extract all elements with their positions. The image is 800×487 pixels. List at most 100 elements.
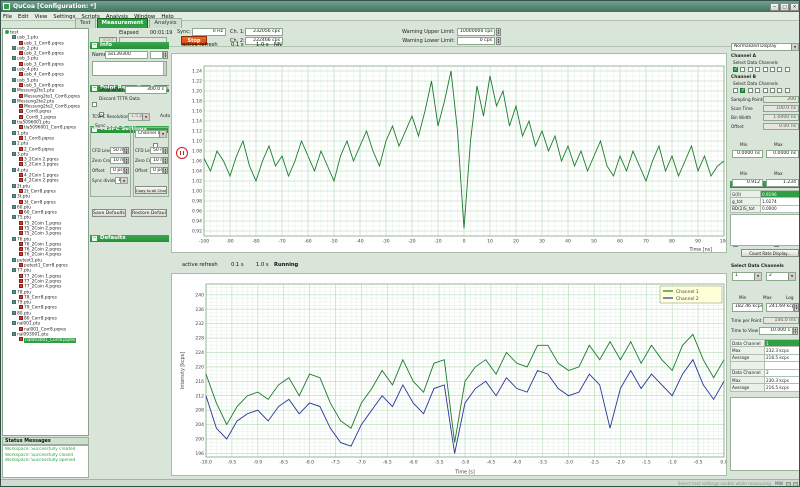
input-a-channel-2-checkbox[interactable] (740, 67, 745, 72)
table-row[interactable] (731, 362, 800, 369)
name-counter-field[interactable] (150, 51, 163, 59)
status-message: Workspace: Successfully created (5, 447, 88, 453)
ptu-icon (12, 88, 16, 92)
display-mode-dropdown[interactable]: Normalized Display (731, 43, 799, 51)
count-rate-display-button[interactable]: Count Rate Display... (741, 249, 799, 257)
maximize-button[interactable]: □ (780, 3, 789, 11)
menu-item-edit[interactable]: Edit (18, 14, 28, 20)
defaults-header[interactable]: Defaults (90, 235, 169, 242)
input-a-channel-5-checkbox[interactable] (763, 67, 768, 72)
info-section-header[interactable]: Info (90, 42, 169, 49)
sync-zero-spinner[interactable]: ▲▼ (124, 157, 129, 164)
yaxis1-max-field[interactable]: 1.234 (766, 179, 799, 187)
xaxis-max-field[interactable]: 0.0000 ns (766, 150, 799, 158)
input-a-channel-8-checkbox[interactable] (785, 67, 790, 72)
trace-channel-a-dropdown[interactable]: 1 (732, 272, 762, 281)
table-row[interactable]: Data Channel2 (731, 369, 800, 376)
table-row[interactable]: Max230.3 kcps (731, 376, 800, 383)
input-b-channel-3-checkbox[interactable] (748, 88, 753, 93)
yaxis1-max-label: Max (774, 171, 783, 176)
input-a-channel-1-checkbox[interactable] (733, 67, 738, 72)
sync-cfd-spinner[interactable]: ▲▼ (124, 147, 129, 154)
ch-zero-field[interactable]: 10 mV (150, 157, 163, 164)
save-defaults-button[interactable]: Save Defaults (92, 209, 126, 217)
sync-offset-spinner[interactable]: ▲▼ (124, 167, 129, 174)
yaxis2-max-field[interactable]: 241.69 kcps (766, 303, 794, 312)
resolution-dropdown[interactable]: 1.5 ps (128, 113, 150, 121)
channel-select-dropdown[interactable]: Channel 1 (135, 130, 167, 138)
menu-item-view[interactable]: View (34, 14, 47, 20)
input-a-channel-6-checkbox[interactable] (770, 67, 775, 72)
yaxis2-max-spinner[interactable]: ▲▼ (794, 303, 799, 312)
input-b-channel-2-checkbox[interactable] (740, 88, 745, 93)
comment-textarea[interactable] (92, 61, 167, 76)
warning-upper-field[interactable]: 10000000 cps (457, 28, 495, 36)
pqres-icon (19, 162, 23, 166)
ch-cfd-field[interactable]: 50 mV (150, 147, 163, 154)
layout-toggle-icon[interactable] (793, 482, 798, 487)
comment-scrollbar[interactable] (163, 62, 166, 75)
table-row[interactable]: Data Channel1 (731, 340, 800, 347)
menu-item-file[interactable]: File (3, 14, 12, 20)
menu-item-settings[interactable]: Settings (53, 14, 75, 20)
ch-offset-spinner[interactable]: ▲▼ (163, 167, 168, 174)
ptu-icon (12, 131, 16, 135)
input-b-channel-8-checkbox[interactable] (785, 88, 790, 93)
tab-test[interactable]: Test (75, 18, 96, 28)
input-b-channel-1-checkbox[interactable] (733, 88, 738, 93)
input-a-channel-4-checkbox[interactable] (755, 67, 760, 72)
ch-zero-spinner[interactable]: ▲▼ (163, 157, 168, 164)
time-to-view-field[interactable]: 10.000 s (759, 327, 793, 335)
svg-text:232: 232 (195, 321, 204, 327)
restore-defaults-button[interactable]: Restore Defaults (131, 209, 167, 217)
minimize-button[interactable]: ─ (770, 3, 779, 11)
input-a-channel-3-checkbox[interactable] (748, 67, 753, 72)
ptu-icon (12, 99, 16, 103)
pqres-icon (19, 263, 23, 267)
table-row[interactable]: g_tot1.0274 (731, 198, 800, 205)
ptu-icon (12, 205, 16, 209)
svg-text:1.10: 1.10 (192, 139, 202, 145)
input-a-channel-7-checkbox[interactable] (777, 67, 782, 72)
sync-offset-label: Offset (92, 168, 105, 173)
tree-item[interactable]: nal093001_Corr8.pqres (4, 337, 88, 342)
trace-channel-b-dropdown[interactable]: 2 (766, 272, 796, 281)
input-b-channel-4-checkbox[interactable] (755, 88, 760, 93)
input-b-channel-5-checkbox[interactable] (763, 88, 768, 93)
table-row[interactable]: Max232.3 kcps (731, 347, 800, 354)
pqres-icon (19, 178, 23, 182)
sync-zero-field[interactable]: 10 mV (110, 157, 124, 164)
tab-measurement[interactable]: Measurement (97, 18, 149, 28)
timetrace-chart[interactable]: -10.0-9.5-9.0-8.5-8.0-7.5-7.0-6.5-6.0-5.… (171, 273, 727, 476)
time-to-view-spinner[interactable]: ▲▼ (793, 327, 798, 335)
close-button[interactable]: ✕ (790, 3, 799, 11)
correlation-chart[interactable]: -100-90-80-70-60-50-40-30-20-10010203040… (171, 53, 727, 253)
warning-upper-spinner[interactable]: ▲▼ (496, 28, 501, 36)
table-row[interactable]: Average218.5 kcps (731, 354, 800, 361)
pqres-icon (19, 83, 23, 87)
table-row[interactable]: Average216.5 kcps (731, 384, 800, 391)
stop-after-field[interactable]: 300.0 s (125, 86, 167, 94)
table-row[interactable]: G(0)0.9196 (731, 191, 800, 198)
warning-lower-field[interactable]: 0 cps (457, 37, 495, 45)
stop-after-checkbox[interactable] (92, 102, 97, 107)
ptu-icon (12, 321, 16, 325)
name-counter-spinner[interactable]: ▲▼ (163, 51, 168, 59)
ch-cfd-spinner[interactable]: ▲▼ (163, 147, 168, 154)
xaxis-min-field[interactable]: 0.0000 ns (732, 150, 763, 158)
sync-offset-field[interactable]: 0 ps (110, 167, 124, 174)
sync-cfd-field[interactable]: 50 mV (110, 147, 124, 154)
time-per-point-label: Time per Point (731, 318, 761, 323)
input-b-channel-6-checkbox[interactable] (770, 88, 775, 93)
svg-text:1.20: 1.20 (192, 89, 202, 95)
input-b-channel-7-checkbox[interactable] (777, 88, 782, 93)
tab-analysis[interactable]: Analysis (149, 18, 181, 28)
sync-divider-dropdown[interactable]: 1 (115, 177, 128, 184)
table-row[interactable]: BD(2)S_tot0.0000 (731, 205, 800, 212)
name-input[interactable]: as139300 (105, 51, 148, 59)
yaxis2-min-field[interactable]: 182.46 kcps (732, 303, 763, 312)
warning-lower-spinner[interactable]: ▲▼ (496, 37, 501, 45)
copy-to-all-channels-button[interactable]: Copy to all Channels (135, 186, 167, 194)
ch-offset-field[interactable]: 0 ps (150, 167, 163, 174)
yaxis1-min-field[interactable]: 0.912 (732, 179, 763, 187)
